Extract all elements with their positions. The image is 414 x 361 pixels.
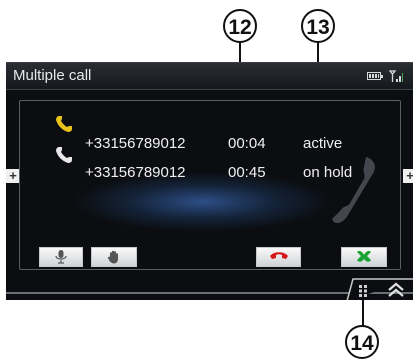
call-duration: 00:45 [228,164,266,181]
phone-active-icon [56,116,72,132]
callout-13: 13 [301,9,335,43]
swap-calls-icon [357,251,371,262]
battery-icon [367,72,383,80]
call-status: active [303,135,343,152]
end-call-icon [269,252,288,259]
title-bar: Multiple call [6,63,413,90]
microphone-icon [55,250,67,264]
swap-calls-button[interactable] [341,247,387,267]
grid-icon[interactable] [359,285,367,297]
call-number: +33156789012 [85,135,186,152]
hold-hand-button[interactable] [91,247,137,267]
mute-microphone-button[interactable] [39,247,83,267]
call-number: +33156789012 [85,164,186,181]
calls-panel: +33156789012 00:04 active +33156789012 0… [19,100,401,270]
call-status: on hold [303,164,353,181]
left-scroll-button[interactable]: + [6,169,20,183]
bottom-bar [6,278,413,300]
chevron-up-icon[interactable] [387,282,405,298]
call-duration: 00:04 [228,135,266,152]
callout-14: 14 [345,325,379,359]
right-scroll-button[interactable]: + [403,169,413,183]
screen-title: Multiple call [13,67,92,84]
multiple-call-screen: Multiple call + + +33156789012 00:04 act… [6,62,413,300]
hand-icon [107,250,118,264]
phone-hold-icon [56,147,72,163]
signal-icon [389,70,403,83]
callout-12: 12 [223,9,257,43]
hang-up-button[interactable] [256,247,301,267]
